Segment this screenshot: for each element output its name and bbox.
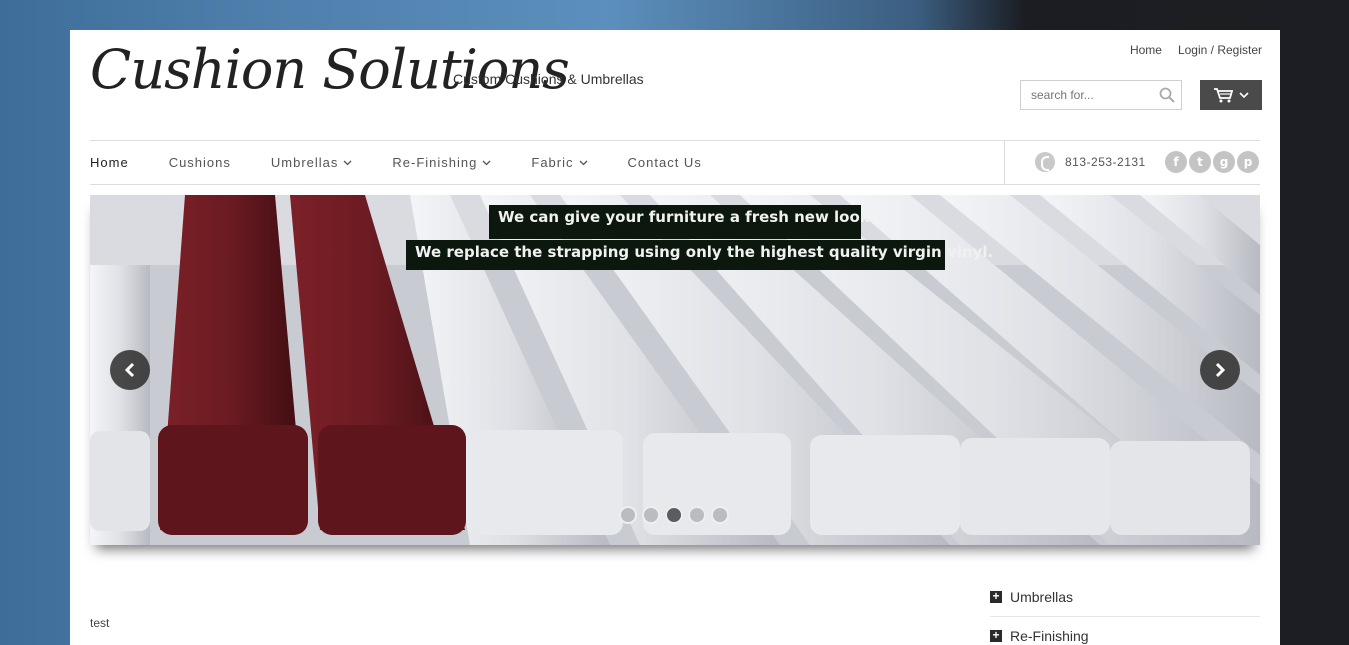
slider-dot-2[interactable]	[642, 506, 660, 524]
chevron-right-icon	[1215, 362, 1226, 378]
sidebar-item-label: Umbrellas	[1010, 589, 1074, 605]
cart-button[interactable]	[1200, 80, 1262, 110]
plus-icon: +	[990, 629, 1002, 642]
slide-caption-1: We can give your furniture a fresh new l…	[489, 205, 875, 239]
slider-pagination	[619, 506, 729, 524]
phone-info: 813-253-2131	[1035, 152, 1146, 172]
phone-icon	[1035, 152, 1055, 172]
nav-item-label: Fabric	[531, 155, 574, 170]
content-text: test	[90, 616, 110, 630]
top-link-login-register[interactable]: Login / Register	[1178, 43, 1262, 57]
sidebar-categories: + Umbrellas + Re-Finishing	[990, 578, 1260, 645]
page-container: Cushion Solutions Custom Cushions & Umbr…	[70, 30, 1280, 645]
google-plus-icon[interactable]: g	[1213, 151, 1235, 173]
chevron-down-icon	[482, 160, 491, 165]
nav-item-home[interactable]: Home	[90, 155, 129, 170]
plus-icon: +	[990, 590, 1002, 603]
nav-item-cushions[interactable]: Cushions	[169, 155, 231, 170]
slider-dot-3[interactable]	[665, 506, 683, 524]
site-logo[interactable]: Cushion Solutions	[90, 38, 570, 101]
facebook-icon[interactable]: f	[1165, 151, 1187, 173]
nav-item-label: Re-Finishing	[392, 155, 478, 170]
search-input[interactable]	[1021, 81, 1151, 109]
nav-items: Home Cushions Umbrellas Re-Finishing Fab…	[90, 141, 742, 184]
slider-dot-5[interactable]	[711, 506, 729, 524]
site-tagline: Custom Cushions & Umbrellas	[453, 71, 644, 87]
sidebar-item-umbrellas[interactable]: + Umbrellas	[990, 578, 1260, 616]
nav-item-contact-us[interactable]: Contact Us	[628, 155, 702, 170]
slide-caption-2: We replace the strapping using only the …	[406, 240, 993, 270]
chevron-down-icon	[1239, 92, 1249, 99]
main-nav: Home Cushions Umbrellas Re-Finishing Fab…	[90, 140, 1260, 185]
slider-dot-1[interactable]	[619, 506, 637, 524]
search-icon[interactable]	[1159, 87, 1175, 103]
nav-item-fabric[interactable]: Fabric	[531, 155, 587, 170]
chevron-down-icon	[579, 160, 587, 165]
top-link-home[interactable]: Home	[1130, 43, 1162, 57]
nav-item-label: Home	[90, 155, 129, 170]
search-box	[1020, 80, 1182, 110]
slider-prev-button[interactable]	[110, 350, 150, 390]
sidebar-item-label: Re-Finishing	[1010, 627, 1089, 644]
hero-slider: We can give your furniture a fresh new l…	[90, 195, 1260, 545]
social-links: f t g p	[1165, 151, 1259, 173]
phone-number[interactable]: 813-253-2131	[1065, 155, 1146, 169]
twitter-icon[interactable]: t	[1189, 151, 1211, 173]
chevron-down-icon	[343, 160, 352, 165]
slider-dot-4[interactable]	[688, 506, 706, 524]
pinterest-icon[interactable]: p	[1237, 151, 1259, 173]
chevron-left-icon	[124, 362, 135, 378]
nav-item-label: Cushions	[168, 155, 231, 170]
slider-next-button[interactable]	[1200, 350, 1240, 390]
sidebar-item-refinishing[interactable]: + Re-Finishing	[990, 616, 1260, 645]
top-links: Home Login / Register	[1130, 43, 1262, 57]
nav-item-refinishing[interactable]: Re-Finishing	[392, 155, 491, 170]
nav-item-label: Contact Us	[627, 155, 702, 170]
cart-icon	[1214, 88, 1234, 103]
nav-item-umbrellas[interactable]: Umbrellas	[271, 155, 353, 170]
nav-divider	[1004, 141, 1005, 184]
nav-item-label: Umbrellas	[270, 155, 339, 170]
